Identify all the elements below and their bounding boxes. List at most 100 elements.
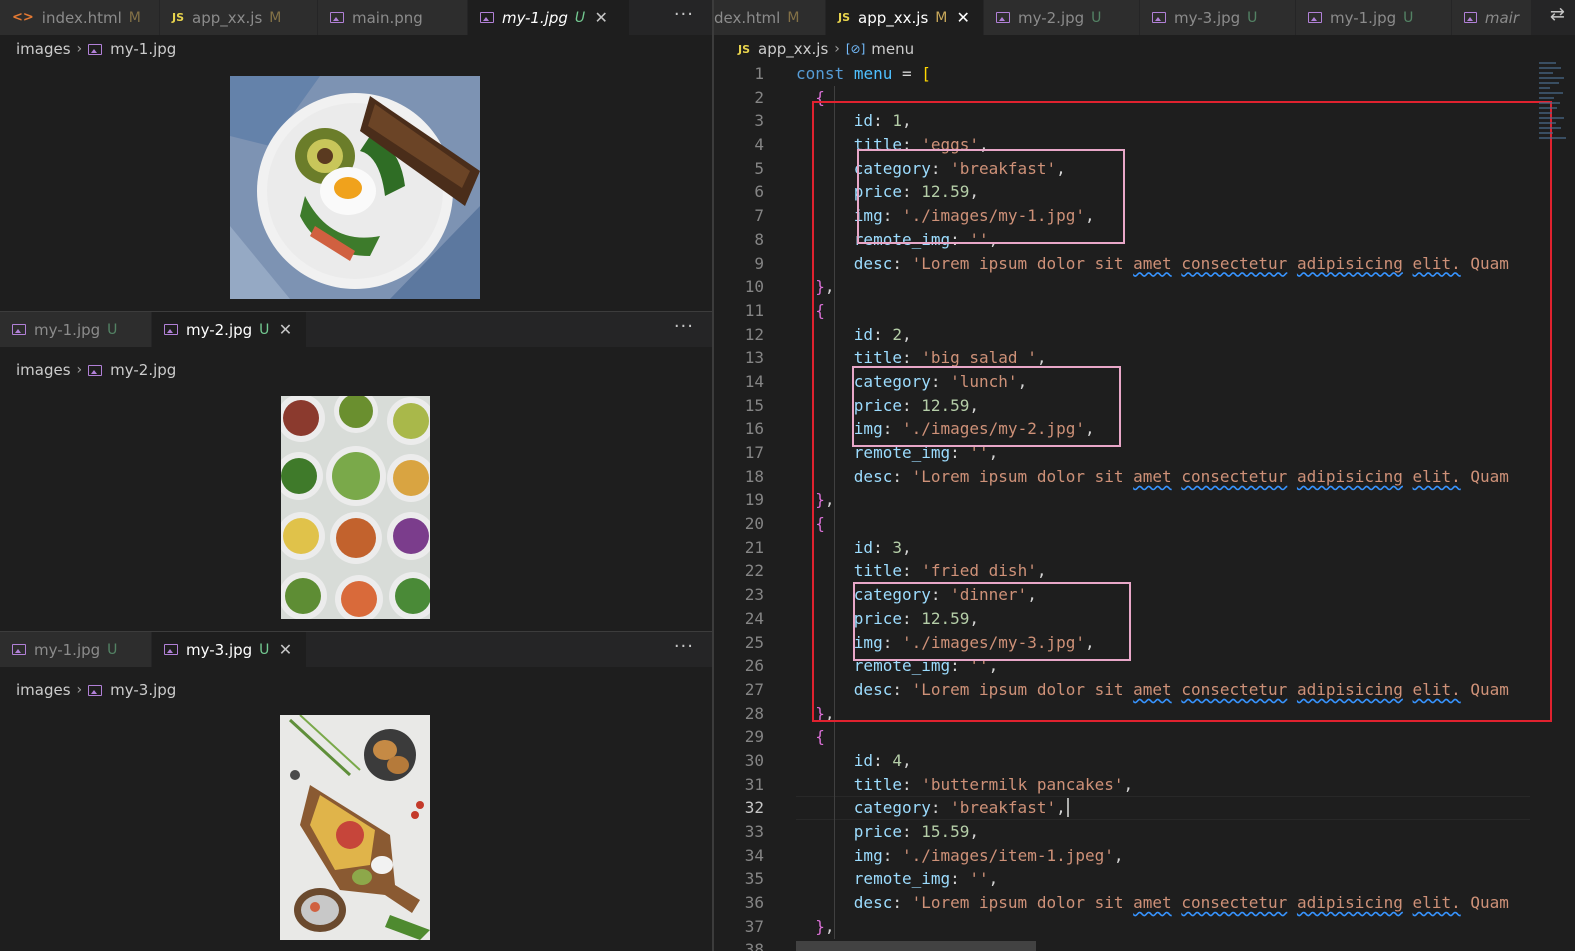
code-line[interactable]: 29 { bbox=[714, 725, 1575, 749]
tab-index-html[interactable]: dex.html M bbox=[714, 0, 826, 35]
js-file-icon: JS bbox=[838, 11, 851, 24]
line-number: 34 bbox=[744, 845, 764, 865]
image-file-icon bbox=[480, 12, 494, 23]
code-text[interactable]: desc: 'Lorem ipsum dolor sit amet consec… bbox=[796, 891, 1509, 915]
line-number: 18 bbox=[744, 466, 764, 486]
breadcrumb-folder[interactable]: images bbox=[16, 40, 71, 58]
food-photo-salads bbox=[281, 396, 430, 619]
line-number: 25 bbox=[744, 632, 764, 652]
highlight-box-item-1 bbox=[857, 149, 1125, 244]
close-tab-icon[interactable]: ✕ bbox=[593, 8, 609, 27]
highlight-box-item-3 bbox=[853, 582, 1131, 661]
line-number: 33 bbox=[744, 822, 764, 841]
line-number: 16 bbox=[744, 419, 764, 439]
compare-changes-icon[interactable]: ⇄ bbox=[1550, 4, 1565, 25]
line-number: 38 bbox=[744, 940, 764, 951]
tab-app-js[interactable]: JS app_xx.js M bbox=[160, 0, 318, 35]
code-line[interactable]: 30 id: 4, bbox=[714, 749, 1575, 773]
tab-app-js[interactable]: JS app_xx.js M ✕ bbox=[826, 0, 984, 35]
right-editor-pane: dex.html M JS app_xx.js M ✕ my-2.jpg U m… bbox=[714, 0, 1575, 951]
code-line[interactable]: 32 category: 'breakfast', bbox=[714, 796, 1575, 820]
more-actions-icon[interactable]: ··· bbox=[674, 312, 694, 347]
code-line[interactable]: 36 desc: 'Lorem ipsum dolor sit amet con… bbox=[714, 891, 1575, 915]
code-text[interactable]: remote_img: '', bbox=[796, 867, 999, 891]
tab-main-png[interactable]: main.png bbox=[318, 0, 468, 35]
code-text[interactable]: }, bbox=[796, 915, 834, 939]
tab-my-1-jpg[interactable]: my-1.jpg U bbox=[0, 632, 152, 667]
breadcrumb-file[interactable]: my-3.jpg bbox=[110, 681, 176, 699]
close-tab-icon[interactable]: ✕ bbox=[277, 640, 293, 659]
image-file-icon bbox=[996, 12, 1010, 23]
line-number: 21 bbox=[744, 537, 764, 557]
tab-my-2-jpg[interactable]: my-2.jpg U ✕ bbox=[152, 312, 307, 347]
line-number: 12 bbox=[744, 324, 764, 344]
group2-tabbar: my-1.jpg U my-2.jpg U ✕ ··· bbox=[0, 312, 712, 347]
image-file-icon bbox=[1308, 12, 1322, 23]
line-number: 2 bbox=[754, 87, 764, 107]
food-photo-eggs bbox=[230, 76, 480, 299]
line-number: 3 bbox=[754, 111, 764, 131]
tab-index-html[interactable]: <> index.html M bbox=[0, 0, 160, 35]
image-file-icon bbox=[1464, 12, 1477, 23]
more-actions-icon[interactable]: ··· bbox=[674, 0, 694, 35]
breadcrumb-file[interactable]: my-2.jpg bbox=[110, 361, 176, 379]
image-file-icon bbox=[1152, 12, 1166, 23]
tab-my-1-jpg[interactable]: my-1.jpg U ✕ bbox=[468, 0, 630, 35]
line-number: 17 bbox=[744, 443, 764, 462]
image-file-icon bbox=[88, 684, 103, 696]
image-file-icon bbox=[12, 324, 26, 335]
line-number: 20 bbox=[744, 514, 764, 534]
line-number: 22 bbox=[744, 561, 764, 581]
line-number: 10 bbox=[744, 277, 764, 297]
code-line[interactable]: 37 }, bbox=[714, 915, 1575, 939]
code-line[interactable]: 33 price: 15.59, bbox=[714, 820, 1575, 844]
line-number: 32 bbox=[744, 798, 764, 818]
tab-my-1-jpg[interactable]: my-1.jpg U bbox=[0, 312, 152, 347]
line-number: 15 bbox=[744, 395, 764, 415]
line-number: 24 bbox=[744, 608, 764, 628]
line-number: 29 bbox=[744, 727, 764, 747]
line-number: 8 bbox=[754, 229, 764, 249]
code-line[interactable]: 1 const menu = [ bbox=[714, 62, 1575, 86]
breadcrumb-file[interactable]: my-1.jpg bbox=[110, 40, 176, 58]
code-line[interactable]: 35 remote_img: '', bbox=[714, 867, 1575, 891]
line-number: 13 bbox=[744, 348, 764, 368]
breadcrumb-file[interactable]: app_xx.js bbox=[758, 40, 828, 58]
code-text[interactable]: { bbox=[796, 725, 825, 749]
line-number: 26 bbox=[744, 656, 764, 676]
breadcrumb-folder[interactable]: images bbox=[16, 361, 71, 379]
breadcrumb-folder[interactable]: images bbox=[16, 681, 71, 699]
code-text[interactable]: id: 4, bbox=[796, 749, 912, 773]
line-number: 19 bbox=[744, 490, 764, 510]
code-line[interactable]: 31 title: 'buttermilk pancakes', bbox=[714, 773, 1575, 797]
tab-my-2-jpg[interactable]: my-2.jpg U bbox=[984, 0, 1140, 35]
more-actions-icon[interactable]: ··· bbox=[674, 632, 694, 667]
code-text[interactable]: category: 'breakfast', bbox=[796, 796, 1069, 820]
tab-main-png[interactable]: mair bbox=[1452, 0, 1532, 35]
code-text[interactable]: title: 'buttermilk pancakes', bbox=[796, 773, 1133, 797]
tab-my-1-jpg[interactable]: my-1.jpg U bbox=[1296, 0, 1452, 35]
image-file-icon bbox=[330, 12, 344, 23]
right-tabbar: dex.html M JS app_xx.js M ✕ my-2.jpg U m… bbox=[714, 0, 1575, 35]
code-text[interactable]: img: './images/item-1.jpeg', bbox=[796, 844, 1124, 868]
line-number: 28 bbox=[744, 703, 764, 723]
tab-my-3-jpg[interactable]: my-3.jpg U ✕ bbox=[152, 632, 307, 667]
line-number: 35 bbox=[744, 869, 764, 889]
breadcrumb-symbol[interactable]: menu bbox=[871, 40, 914, 58]
code-line[interactable]: 34 img: './images/item-1.jpeg', bbox=[714, 844, 1575, 868]
close-tab-icon[interactable]: ✕ bbox=[277, 320, 293, 339]
minimap[interactable] bbox=[1539, 62, 1567, 182]
line-number: 4 bbox=[754, 135, 764, 155]
tab-my-3-jpg[interactable]: my-3.jpg U bbox=[1140, 0, 1296, 35]
line-number: 36 bbox=[744, 893, 764, 913]
left-tabbar: <> index.html M JS app_xx.js M main.png … bbox=[0, 0, 712, 35]
code-text[interactable]: const menu = [ bbox=[796, 62, 931, 86]
line-number: 30 bbox=[744, 750, 764, 770]
horizontal-scrollbar[interactable] bbox=[796, 941, 1036, 951]
image-file-icon bbox=[164, 324, 178, 335]
line-number: 9 bbox=[754, 253, 764, 273]
code-text[interactable]: price: 15.59, bbox=[796, 820, 979, 844]
highlight-box-item-2 bbox=[852, 366, 1121, 447]
close-tab-icon[interactable]: ✕ bbox=[955, 8, 971, 27]
left-editor-pane: <> index.html M JS app_xx.js M main.png … bbox=[0, 0, 712, 951]
